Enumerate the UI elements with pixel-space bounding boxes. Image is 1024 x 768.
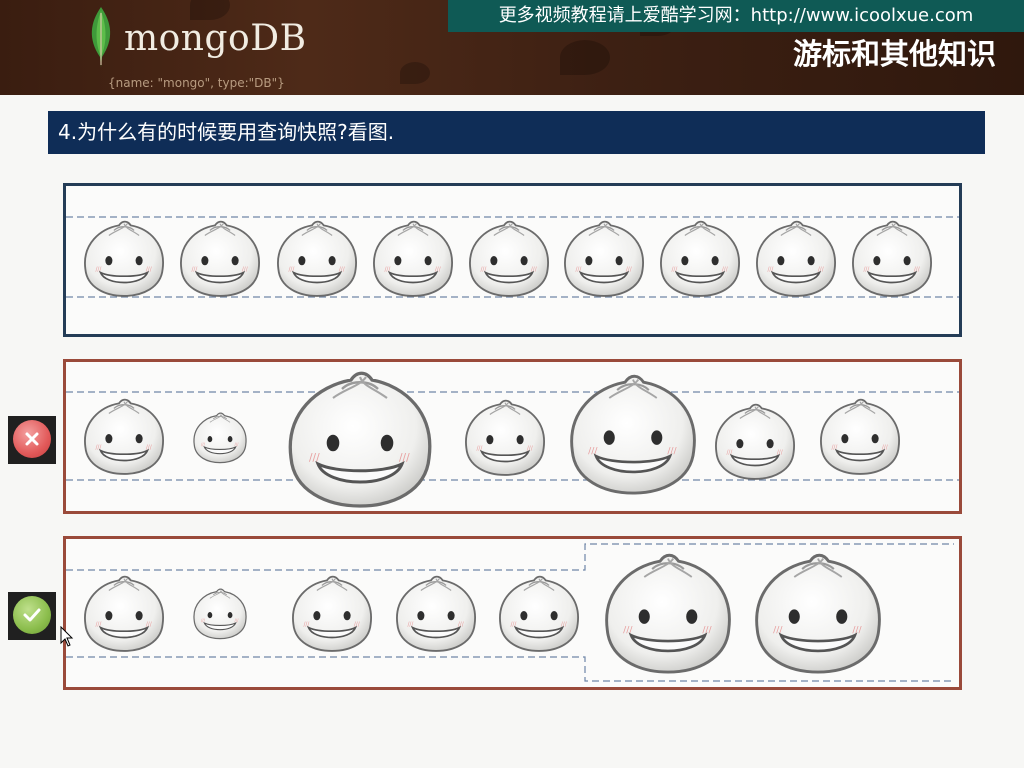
uniform-items-diagram: ////////////////////////////////////////… — [66, 216, 959, 298]
bun-face-icon: ////// — [396, 575, 476, 652]
background-leaf-decoration — [560, 40, 610, 75]
svg-text:///: /// — [435, 267, 441, 273]
svg-text:///: /// — [818, 267, 824, 273]
svg-text:///: /// — [702, 624, 712, 635]
bun-face-icon: ////// — [277, 220, 357, 297]
logo-subtext: {name: "mongo", type:"DB"} — [108, 76, 285, 90]
svg-text:///: /// — [235, 442, 240, 447]
bun-face-icon: ////// — [84, 220, 164, 297]
bun-face-icon: ////// — [84, 398, 164, 475]
watermark-banner: 更多视频教程请上爱酷学习网：http://www.icoolxue.com — [448, 0, 1024, 32]
bun-face-icon: ////// — [564, 220, 644, 297]
bun-face-icon: ////// — [84, 575, 164, 652]
snapshot-items-panel: ////////////////////////////////////////… — [63, 536, 962, 690]
svg-text:///: /// — [623, 624, 633, 635]
svg-text:///: /// — [531, 267, 537, 273]
svg-text:///: /// — [339, 267, 345, 273]
bun-face-icon: /// /// — [193, 412, 247, 464]
slide-header: mongoDB {name: "mongo", type:"DB"} 更多视频教… — [0, 0, 1024, 95]
bun-face-icon: /// /// — [570, 374, 696, 495]
svg-text:///: /// — [309, 452, 320, 464]
svg-text:///: /// — [914, 267, 920, 273]
background-leaf-decoration — [190, 0, 230, 20]
svg-text:///: /// — [852, 624, 862, 635]
logo-text: mongoDB — [124, 18, 307, 59]
growing-items-diagram: ////////////////////////////////////////… — [66, 371, 959, 508]
svg-text:///: /// — [777, 450, 783, 456]
background-leaf-decoration — [400, 62, 430, 84]
mouse-cursor-icon — [60, 626, 74, 647]
bun-face-icon: ////// — [469, 220, 549, 297]
uniform-items-panel: ////////////////////////////////////////… — [63, 183, 962, 337]
bun-face-icon: ////// — [499, 575, 579, 652]
correct-badge — [8, 592, 56, 640]
svg-text:///: /// — [527, 446, 533, 452]
svg-text:///: /// — [235, 618, 240, 623]
bun-face-icon: ////// — [715, 403, 795, 480]
bun-face-icon: ////// — [820, 398, 900, 475]
bun-face-icon: /// /// — [193, 588, 247, 640]
svg-text:///: /// — [626, 267, 632, 273]
growing-items-panel: ////////////////////////////////////////… — [63, 359, 962, 514]
svg-text:///: /// — [354, 622, 360, 628]
svg-text:///: /// — [667, 445, 677, 456]
svg-text:///: /// — [146, 267, 152, 273]
bun-face-icon: /// /// — [288, 371, 432, 508]
svg-text:///: /// — [458, 622, 464, 628]
question-heading: 4.为什么有的时候要用查询快照?看图. — [48, 111, 985, 154]
svg-text:///: /// — [146, 622, 152, 628]
bun-face-icon: ////// — [373, 220, 453, 297]
svg-text:///: /// — [201, 618, 206, 623]
svg-text:///: /// — [882, 445, 888, 451]
svg-text:///: /// — [242, 267, 248, 273]
svg-text:///: /// — [201, 442, 206, 447]
bun-face-icon: /// /// — [605, 553, 731, 674]
svg-text:///: /// — [588, 445, 598, 456]
svg-text:///: /// — [146, 445, 152, 451]
bun-face-icon: ////// — [660, 220, 740, 297]
snapshot-items-diagram: ////////////////////////////////////////… — [66, 543, 954, 682]
bun-face-icon: ////// — [180, 220, 260, 297]
green-check-icon — [23, 608, 41, 622]
bun-face-icon: ////// — [756, 220, 836, 297]
slide-title: 游标和其他知识 — [792, 37, 996, 71]
svg-text:///: /// — [561, 622, 567, 628]
svg-text:///: /// — [399, 452, 410, 464]
wrong-badge — [8, 416, 56, 464]
mongodb-leaf-icon — [91, 7, 111, 67]
bun-face-icon: /// /// — [755, 553, 881, 674]
svg-text:///: /// — [773, 624, 783, 635]
bun-face-icon: ////// — [292, 575, 372, 652]
bun-face-icon: ////// — [852, 220, 932, 297]
svg-text:///: /// — [722, 267, 728, 273]
red-x-icon — [25, 432, 39, 446]
bun-face-icon: ////// — [465, 399, 545, 476]
